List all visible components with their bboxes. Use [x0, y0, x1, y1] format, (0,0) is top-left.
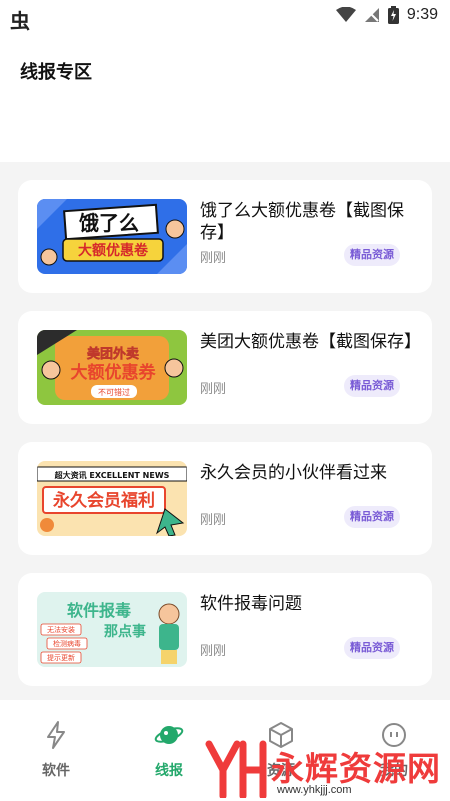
- card-thumbnail: 软件报毒 那点事 无法安装 检测病毒 提示更新: [37, 592, 187, 667]
- card-time: 刚刚: [200, 381, 227, 396]
- page-title: 线报专区: [20, 62, 92, 82]
- card-title: 美团大额优惠卷【截图保存】: [200, 332, 421, 351]
- app-notification-icon: 虫: [10, 9, 30, 33]
- card-time: 刚刚: [200, 512, 227, 527]
- deal-feed[interactable]: 饿了么 大额优惠卷 饿了么大额优惠卷【截图保存】 刚刚 精品资源 美团外卖 大额…: [0, 162, 450, 700]
- thumb-line1: 软件报毒: [67, 601, 131, 620]
- card-time: 刚刚: [200, 250, 227, 265]
- watermark-logo: [205, 740, 267, 798]
- status-icons: 9:39: [335, 6, 438, 24]
- thumb-line2: 永久会员福利: [52, 490, 155, 511]
- deal-card[interactable]: 超大资讯 EXCELLENT NEWS 永久会员福利 永久会员的小伙伴看过来 刚…: [18, 442, 432, 555]
- thumb-line3: 不可错过: [98, 387, 130, 397]
- premium-badge: 精品资源: [344, 244, 400, 266]
- card-time: 刚刚: [200, 643, 227, 658]
- watermark-text: 永辉资源网: [271, 749, 441, 788]
- thumb-line1: 美团外卖: [87, 346, 139, 362]
- tab-software[interactable]: 软件: [16, 720, 96, 780]
- premium-badge: 精品资源: [344, 637, 400, 659]
- deal-card[interactable]: 美团外卖 大额优惠券 不可错过 美团大额优惠卷【截图保存】 刚刚 精品资源: [18, 311, 432, 424]
- tab-label: 软件: [42, 762, 70, 778]
- watermark-url: www.yhkjjj.com: [277, 784, 352, 796]
- thumb-line2: 大额优惠卷: [78, 242, 149, 259]
- site-watermark: 永辉资源网 www.yhkjjj.com: [205, 740, 445, 798]
- no-signal-icon: [364, 8, 379, 22]
- thumb-line2: 大额优惠券: [71, 362, 157, 383]
- clock: 9:39: [406, 6, 438, 23]
- deal-card[interactable]: 饿了么 大额优惠卷 饿了么大额优惠卷【截图保存】 刚刚 精品资源: [18, 180, 432, 293]
- page-header: 线报专区: [0, 34, 450, 162]
- card-title: 饿了么大额优惠卷【截图保存】: [200, 201, 404, 242]
- card-thumbnail: 美团外卖 大额优惠券 不可错过: [37, 330, 187, 405]
- wifi-icon: [335, 7, 356, 22]
- card-thumbnail: 饿了么 大额优惠卷: [37, 199, 187, 274]
- tab-deals[interactable]: 线报: [129, 720, 209, 780]
- thumb-tag3: 提示更新: [47, 653, 75, 662]
- thumb-line1: 饿了么: [78, 211, 139, 235]
- planet-icon: [154, 726, 184, 744]
- thumb-tag2: 检测病毒: [53, 639, 81, 648]
- thumb-tag1: 无法安装: [47, 625, 75, 634]
- thumb-line2: 那点事: [104, 623, 146, 640]
- battery-icon: [387, 6, 399, 24]
- premium-badge: 精品资源: [344, 506, 400, 528]
- tab-label: 线报: [155, 762, 183, 778]
- thumb-line1: 超大资讯 EXCELLENT NEWS: [54, 470, 170, 480]
- card-title: 永久会员的小伙伴看过来: [200, 463, 387, 482]
- premium-badge: 精品资源: [344, 375, 400, 397]
- lightning-icon: [47, 721, 65, 749]
- card-thumbnail: 超大资讯 EXCELLENT NEWS 永久会员福利: [37, 461, 187, 536]
- status-bar: 虫 9:39: [0, 0, 450, 34]
- deal-card[interactable]: 软件报毒 那点事 无法安装 检测病毒 提示更新 软件报毒问题 刚刚 精品资源: [18, 573, 432, 686]
- card-title: 软件报毒问题: [200, 594, 302, 613]
